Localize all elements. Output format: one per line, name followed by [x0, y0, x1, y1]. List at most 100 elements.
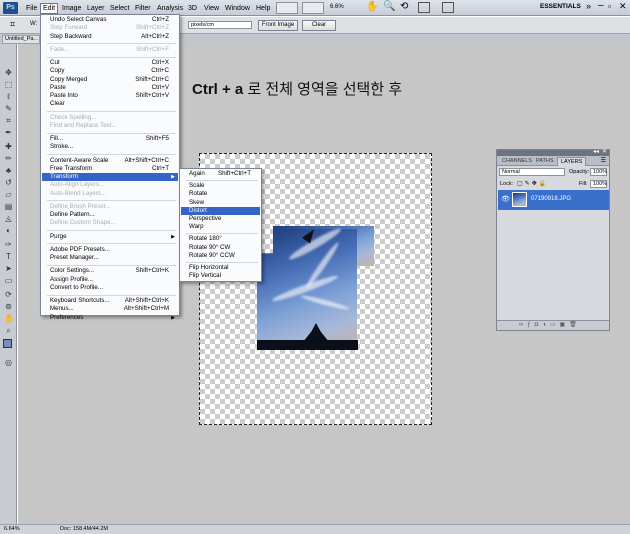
- 3d-orbit-tool-icon[interactable]: ⊚: [4, 302, 13, 311]
- zoom-level-dropdown[interactable]: 6.6%: [330, 4, 344, 10]
- tab-channels[interactable]: CHANNELS: [499, 157, 535, 166]
- menu-3d[interactable]: 3D: [186, 3, 199, 14]
- transform-menu-item-rotate-180[interactable]: Rotate 180°: [181, 235, 260, 243]
- transform-menu-item-skew[interactable]: Skew: [181, 199, 260, 207]
- transform-menu-item-scale[interactable]: Scale: [181, 182, 260, 190]
- menu-select[interactable]: Select: [108, 3, 131, 14]
- edit-menu-item-convert-to-profile[interactable]: Convert to Profile...: [42, 284, 178, 292]
- edit-menu-item-define-pattern[interactable]: Define Pattern...: [42, 211, 178, 219]
- opacity-field[interactable]: 100%: [590, 168, 607, 176]
- edit-menu-item-adobe-pdf-presets[interactable]: Adobe PDF Presets...: [42, 246, 178, 254]
- delete-layer-icon[interactable]: 🗑: [569, 322, 581, 328]
- shape-tool-icon[interactable]: ▭: [4, 276, 13, 285]
- edit-menu-item-clear[interactable]: Clear: [42, 100, 178, 108]
- minimize-icon[interactable]: –: [598, 0, 604, 11]
- foreground-color-swatch[interactable]: [3, 339, 12, 348]
- collapse-panel-icon[interactable]: ◂◂: [593, 148, 599, 155]
- menu-help[interactable]: Help: [254, 3, 272, 14]
- edit-menu-item-step-backward[interactable]: Step Backward Alt+Ctrl+Z: [42, 33, 178, 41]
- history-brush-tool-icon[interactable]: ↺: [4, 178, 13, 187]
- zoom-tool-icon[interactable]: ⌕: [4, 326, 13, 335]
- edit-menu-item-undo-select-canvas[interactable]: Undo Select Canvas Ctrl+Z: [42, 16, 178, 24]
- crop-tool-icon[interactable]: ⌗: [10, 19, 15, 30]
- edit-menu-item-check-spelling[interactable]: Check Spelling...: [42, 114, 178, 122]
- path-selection-tool-icon[interactable]: ➤: [4, 264, 13, 273]
- edit-menu-item-content-aware-scale[interactable]: Content-Aware Scale Alt+Shift+Ctrl+C: [42, 157, 178, 165]
- edit-menu-item-auto-blend-layers[interactable]: Auto-Blend Layers...: [42, 190, 178, 198]
- brush-tool-icon[interactable]: ✏: [4, 154, 13, 163]
- healing-brush-tool-icon[interactable]: ✚: [4, 142, 13, 151]
- edit-menu-item-color-settings[interactable]: Color Settings... Shift+Ctrl+K: [42, 267, 178, 275]
- lock-icons[interactable]: ▢✎✥🔒: [517, 180, 548, 187]
- edit-menu-item-preferences[interactable]: Preferences ▶: [42, 314, 178, 322]
- document-tab[interactable]: Untitled_Pa...: [2, 35, 40, 44]
- eyedropper-tool-icon[interactable]: ✒: [4, 128, 13, 137]
- edit-menu-item-paste[interactable]: Paste Ctrl+V: [42, 84, 178, 92]
- edit-menu-item-fade[interactable]: Fade... Shift+Ctrl+F: [42, 46, 178, 54]
- menu-view[interactable]: View: [202, 3, 221, 14]
- clone-stamp-tool-icon[interactable]: ♣: [4, 166, 13, 175]
- tab-layers[interactable]: LAYERS: [557, 157, 587, 166]
- menu-image[interactable]: Image: [60, 3, 83, 14]
- workspace-switcher[interactable]: ESSENTIALS: [540, 3, 581, 10]
- transform-menu-item-again[interactable]: Again Shift+Ctrl+T: [181, 170, 260, 178]
- menu-window[interactable]: Window: [223, 3, 252, 14]
- edit-menu-item-stroke[interactable]: Stroke...: [42, 143, 178, 151]
- resolution-units-select[interactable]: pixels/cm: [188, 21, 252, 29]
- transform-menu-item-distort[interactable]: Distort: [181, 206, 260, 215]
- transform-menu-item-flip-vertical[interactable]: Flip Vertical: [181, 272, 260, 280]
- menu-layer[interactable]: Layer: [85, 3, 107, 14]
- edit-menu-item-define-custom-shape[interactable]: Define Custom Shape...: [42, 219, 178, 227]
- move-tool-icon[interactable]: ✥: [4, 68, 13, 77]
- screen-mode-icon[interactable]: [442, 2, 454, 13]
- edit-menu-item-cut[interactable]: Cut Ctrl+X: [42, 59, 178, 67]
- hand-tool-icon[interactable]: ✋: [4, 314, 14, 323]
- edit-menu-item-copy[interactable]: Copy Ctrl+C: [42, 67, 178, 75]
- close-panel-icon[interactable]: ✕: [602, 148, 607, 155]
- status-zoom[interactable]: 6.64%: [4, 525, 20, 534]
- menu-edit[interactable]: Edit: [40, 3, 59, 14]
- edit-menu-item-step-forward[interactable]: Step Forward Shift+Ctrl+Z: [42, 24, 178, 32]
- menu-filter[interactable]: Filter: [133, 3, 153, 14]
- edit-menu-item-auto-align-layers[interactable]: Auto-Align Layers...: [42, 181, 178, 189]
- quick-mask-icon[interactable]: ◎: [4, 358, 13, 367]
- quick-selection-tool-icon[interactable]: ✎: [4, 104, 13, 113]
- menu-file[interactable]: File: [24, 3, 39, 14]
- close-icon[interactable]: ✕: [619, 1, 627, 12]
- bridge-button[interactable]: [276, 2, 298, 14]
- edit-menu-item-purge[interactable]: Purge ▶: [42, 233, 178, 241]
- transform-menu-item-perspective[interactable]: Perspective: [181, 215, 260, 223]
- clear-button[interactable]: Clear: [302, 20, 336, 31]
- edit-menu-item-define-brush-preset[interactable]: Define Brush Preset...: [42, 203, 178, 211]
- layer-row[interactable]: 👁 07190918.JPG: [498, 190, 609, 210]
- edit-menu-item-assign-profile[interactable]: Assign Profile...: [42, 276, 178, 284]
- menu-analysis[interactable]: Analysis: [155, 3, 185, 14]
- restore-icon[interactable]: ▫: [608, 1, 611, 11]
- edit-menu-item-find-and-replace-text[interactable]: Find and Replace Text...: [42, 122, 178, 130]
- new-layer-icon[interactable]: ▣: [560, 322, 570, 328]
- edit-menu-item-menus[interactable]: Menus... Alt+Shift+Ctrl+M: [42, 305, 178, 313]
- panel-menu-icon[interactable]: ☰: [601, 157, 606, 164]
- fill-field[interactable]: 100%: [590, 180, 607, 188]
- workspace-dropdown-icon[interactable]: »: [586, 1, 591, 11]
- hand-tool-icon[interactable]: ✋: [366, 1, 378, 12]
- transform-menu-item-rotate[interactable]: Rotate: [181, 190, 260, 198]
- type-tool-icon[interactable]: T: [4, 252, 13, 261]
- dodge-tool-icon[interactable]: ◐: [4, 226, 13, 235]
- new-group-icon[interactable]: ▭: [550, 322, 560, 328]
- arrange-documents-icon[interactable]: [418, 2, 430, 13]
- zoom-tool-icon[interactable]: 🔍: [383, 1, 395, 12]
- mini-bridge-button[interactable]: [302, 2, 324, 14]
- edit-menu-item-preset-manager[interactable]: Preset Manager...: [42, 254, 178, 262]
- edit-menu-item-keyboard-shortcuts[interactable]: Keyboard Shortcuts... Alt+Shift+Ctrl+K: [42, 297, 178, 305]
- transform-menu-item-warp[interactable]: Warp: [181, 223, 260, 231]
- front-image-button[interactable]: Front Image: [258, 20, 298, 31]
- gradient-tool-icon[interactable]: ▤: [4, 202, 13, 211]
- layer-style-icon[interactable]: ƒ: [527, 322, 534, 328]
- blend-mode-select[interactable]: Normal: [499, 168, 565, 176]
- edit-menu-item-free-transform[interactable]: Free Transform Ctrl+T: [42, 165, 178, 173]
- rotate-view-icon[interactable]: ⟲: [400, 1, 408, 12]
- crop-tool-icon[interactable]: ⌗: [4, 116, 13, 125]
- transform-menu-item-flip-horizontal[interactable]: Flip Horizontal: [181, 264, 260, 272]
- adjustment-layer-icon[interactable]: ◑: [542, 322, 550, 328]
